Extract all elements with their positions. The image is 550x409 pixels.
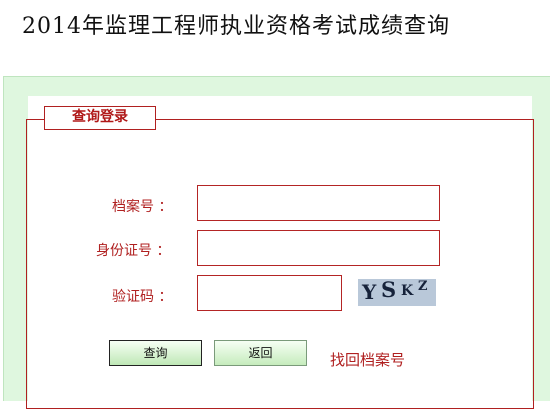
archive-number-label: 档案号 ：	[112, 199, 173, 215]
page-title: 2014年监理工程师执业资格考试成绩查询	[22, 14, 450, 39]
login-legend: 查询登录	[44, 106, 156, 130]
captcha-label: 验证码 ：	[112, 289, 173, 305]
query-button[interactable]: 查询	[109, 340, 202, 366]
captcha-char-2: S	[381, 279, 397, 302]
page-header: 2014年监理工程师执业资格考试成绩查询	[0, 0, 550, 50]
id-number-label: 身份证号 ：	[96, 243, 171, 259]
archive-number-input[interactable]	[197, 185, 440, 221]
captcha-char-1: Y	[362, 280, 377, 304]
captcha-char-4: Z	[418, 279, 428, 294]
captcha-char-3: K	[401, 283, 414, 299]
captcha-input[interactable]	[197, 275, 342, 311]
find-archive-number-link[interactable]: 找回档案号	[330, 349, 405, 370]
captcha-image[interactable]: Y S K Z	[358, 279, 436, 306]
id-number-input[interactable]	[197, 230, 440, 266]
back-button[interactable]: 返回	[214, 340, 307, 366]
